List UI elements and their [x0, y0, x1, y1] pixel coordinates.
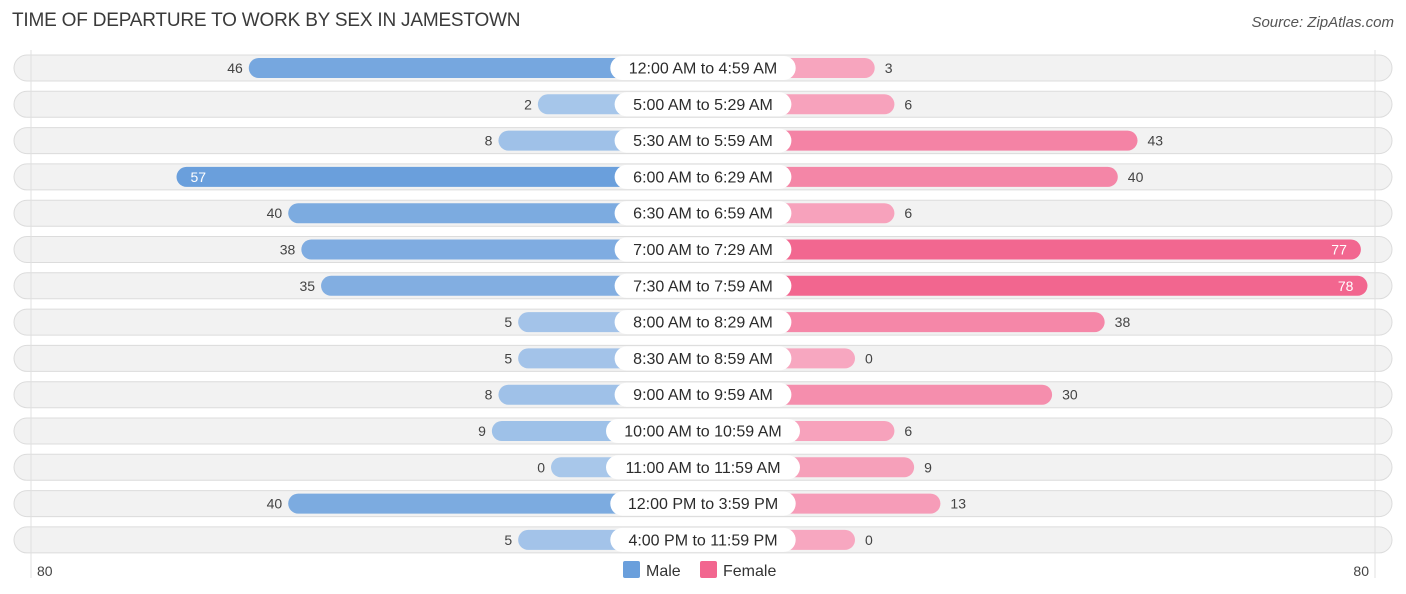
chart-row[interactable]: 8:00 AM to 8:29 AM 5 38 — [13, 308, 1393, 336]
chart-row[interactable]: 10:00 AM to 10:59 AM 9 6 — [13, 417, 1393, 445]
value-label-male: 40 — [267, 205, 283, 221]
category-label: 10:00 AM to 10:59 AM — [624, 424, 781, 441]
chart-row[interactable]: 4:00 PM to 11:59 PM 5 0 — [13, 526, 1393, 554]
value-label-male: 2 — [524, 96, 532, 112]
legend-label-male: Male — [646, 563, 681, 580]
category-label: 8:30 AM to 8:59 AM — [633, 351, 773, 368]
value-label-female: 9 — [924, 459, 932, 475]
axis-label-left: 80 — [37, 563, 53, 579]
value-label-female: 30 — [1062, 387, 1078, 403]
value-label-male: 46 — [227, 60, 243, 76]
value-label-female: 0 — [865, 350, 873, 366]
value-label-female: 6 — [904, 423, 912, 439]
value-label-male: 5 — [504, 532, 512, 548]
chart-row[interactable]: 12:00 AM to 4:59 AM 46 3 — [13, 54, 1393, 82]
value-label-male: 8 — [485, 133, 493, 149]
chart-row[interactable]: 5:00 AM to 5:29 AM 2 6 — [13, 90, 1393, 118]
legend-swatch-male — [623, 561, 640, 578]
legend-label-female: Female — [723, 563, 776, 580]
value-label-female: 78 — [1338, 278, 1354, 294]
value-label-male: 9 — [478, 423, 486, 439]
category-label: 11:00 AM to 11:59 AM — [625, 460, 780, 477]
value-label-male: 5 — [504, 314, 512, 330]
category-label: 5:30 AM to 5:59 AM — [633, 133, 773, 150]
axis-label-right: 80 — [1353, 563, 1369, 579]
value-label-female: 77 — [1331, 242, 1347, 258]
value-label-female: 0 — [865, 532, 873, 548]
bar-female — [703, 275, 1368, 296]
chart-row[interactable]: 11:00 AM to 11:59 AM 0 9 — [13, 453, 1393, 481]
chart-row[interactable]: 8:30 AM to 8:59 AM 5 0 — [13, 344, 1393, 372]
category-label: 7:00 AM to 7:29 AM — [633, 242, 773, 259]
value-label-female: 3 — [885, 60, 893, 76]
legend-swatch-female — [700, 561, 717, 578]
chart-row[interactable]: 12:00 PM to 3:59 PM 40 13 — [13, 490, 1393, 518]
value-label-female: 38 — [1115, 314, 1131, 330]
value-label-male: 8 — [485, 387, 493, 403]
chart-row[interactable]: 7:00 AM to 7:29 AM 38 77 — [13, 236, 1393, 263]
value-label-male: 0 — [537, 459, 545, 475]
value-label-male: 35 — [299, 278, 315, 294]
value-label-female: 6 — [904, 96, 912, 112]
value-label-male: 57 — [191, 169, 207, 185]
value-label-female: 43 — [1148, 133, 1164, 149]
value-label-female: 6 — [904, 205, 912, 221]
legend: Male Female — [623, 561, 776, 580]
value-label-female: 40 — [1128, 169, 1144, 185]
value-label-male: 38 — [280, 242, 296, 258]
category-label: 6:00 AM to 6:29 AM — [633, 169, 773, 186]
value-label-male: 5 — [504, 350, 512, 366]
value-label-male: 40 — [267, 496, 283, 512]
category-label: 4:00 PM to 11:59 PM — [628, 532, 777, 549]
chart-row[interactable]: 7:30 AM to 7:59 AM 35 78 — [13, 272, 1393, 300]
chart-row[interactable]: 9:00 AM to 9:59 AM 8 30 — [13, 381, 1393, 409]
category-label: 6:30 AM to 6:59 AM — [633, 206, 773, 223]
category-label: 5:00 AM to 5:29 AM — [633, 97, 773, 114]
category-label: 12:00 AM to 4:59 AM — [629, 61, 778, 78]
chart-canvas: 12:00 AM to 4:59 AM 46 3 5:00 AM to 5:29 AM… — [13, 50, 1393, 580]
category-label: 12:00 PM to 3:59 PM — [628, 496, 778, 513]
category-label: 9:00 AM to 9:59 AM — [633, 387, 773, 404]
category-label: 7:30 AM to 7:59 AM — [633, 278, 773, 295]
chart-row[interactable]: 5:30 AM to 5:59 AM 8 43 — [13, 127, 1393, 155]
bar-female — [703, 239, 1361, 260]
chart-rows: 12:00 AM to 4:59 AM 46 3 5:00 AM to 5:29 AM… — [13, 54, 1393, 554]
chart-row[interactable]: 6:30 AM to 6:59 AM 40 6 — [13, 199, 1393, 227]
chart-row[interactable]: 6:00 AM to 6:29 AM 57 40 — [13, 163, 1393, 191]
category-label: 8:00 AM to 8:29 AM — [633, 315, 773, 332]
value-label-female: 13 — [950, 496, 966, 512]
